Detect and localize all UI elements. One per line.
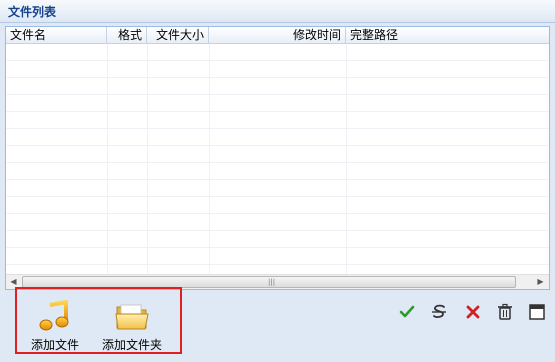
scroll-right-icon[interactable]: ▶ <box>533 275 548 289</box>
file-list-panel: 文件列表 文件名 格式 文件大小 修改时间 完整路径 ◀ ||| ▶ 添加文件 … <box>0 0 555 362</box>
table-row <box>6 112 549 129</box>
add-buttons-group: 添加文件 添加文件夹 <box>15 287 182 354</box>
table-row <box>6 78 549 95</box>
panel-title: 文件列表 <box>8 5 57 19</box>
table-row <box>6 44 549 61</box>
add-file-button[interactable]: 添加文件 <box>19 297 91 353</box>
remove-button[interactable] <box>463 302 483 322</box>
delete-button[interactable] <box>495 302 515 322</box>
window-icon <box>529 304 545 320</box>
column-header-size[interactable]: 文件大小 <box>147 27 209 44</box>
table-header: 文件名 格式 文件大小 修改时间 完整路径 <box>6 27 549 44</box>
folder-icon <box>115 304 149 330</box>
table-row <box>6 129 549 146</box>
table-row <box>6 214 549 231</box>
music-note-icon <box>39 300 69 331</box>
window-button[interactable] <box>527 302 547 322</box>
trash-icon <box>498 303 512 320</box>
confirm-button[interactable] <box>397 302 417 322</box>
table-row <box>6 61 549 78</box>
table-row <box>6 180 549 197</box>
table-row <box>6 146 549 163</box>
table-row <box>6 163 549 180</box>
checkmark-icon <box>399 305 415 318</box>
table-row <box>6 231 549 248</box>
add-file-label: 添加文件 <box>30 338 79 352</box>
add-folder-label: 添加文件夹 <box>101 338 162 352</box>
panel-titlebar: 文件列表 <box>0 0 555 23</box>
file-table[interactable]: 文件名 格式 文件大小 修改时间 完整路径 ◀ ||| ▶ <box>5 26 550 290</box>
table-row <box>6 95 549 112</box>
rename-icon <box>432 304 446 318</box>
column-divider <box>346 44 347 274</box>
add-folder-button[interactable]: 添加文件夹 <box>87 297 177 353</box>
table-row <box>6 248 549 265</box>
column-divider <box>107 44 108 274</box>
table-row <box>6 265 549 274</box>
close-icon <box>466 305 480 319</box>
rename-button[interactable] <box>429 302 449 322</box>
table-body[interactable] <box>6 44 549 274</box>
grip-icon: ||| <box>268 278 276 286</box>
column-divider <box>147 44 148 274</box>
column-header-filename[interactable]: 文件名 <box>6 27 107 44</box>
column-header-format[interactable]: 格式 <box>107 27 147 44</box>
column-header-modified[interactable]: 修改时间 <box>209 27 346 44</box>
column-divider <box>209 44 210 274</box>
table-row <box>6 197 549 214</box>
column-header-path[interactable]: 完整路径 <box>346 27 549 44</box>
